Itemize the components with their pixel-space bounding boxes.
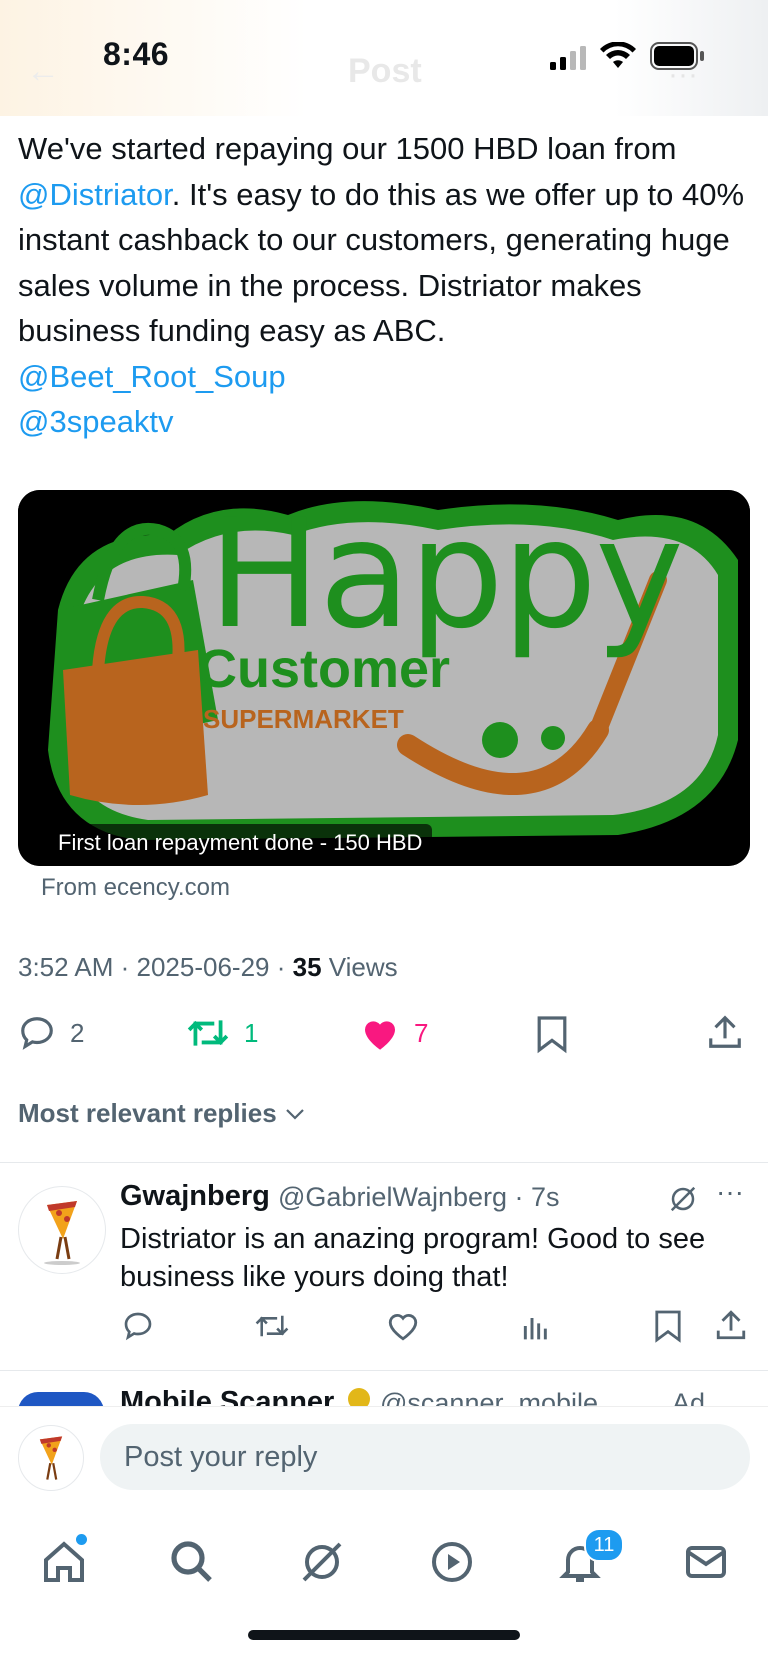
mail-icon [686,1546,726,1578]
divider [0,1162,768,1163]
reply-icon [21,1017,53,1050]
views-label[interactable]: Views [329,952,398,982]
back-arrow-icon[interactable]: ← [26,52,60,91]
reply-repost-icon[interactable] [254,1310,290,1342]
reply-age: 7s [531,1182,560,1212]
logo-customer-text: Customer [198,639,451,699]
logo-supermarket-text: SUPERMARKET [203,704,404,734]
reply-author-name[interactable]: Gwajnberg [120,1180,270,1213]
ad-name: Mobile Scanner [120,1386,335,1406]
reply-input[interactable] [100,1424,750,1490]
share-icon[interactable] [706,1012,744,1052]
reply-more-options-icon[interactable]: ··· [716,1176,744,1208]
reply-button[interactable]: 2 [18,1014,84,1052]
tweet-date: 2025-06-29 [136,952,270,982]
avatar[interactable] [18,1186,106,1274]
repost-count: 1 [244,1017,259,1048]
status-bar: ← Post 8:46 ··· [0,0,768,116]
reply-count: 2 [70,1017,85,1048]
link-card-source[interactable]: From ecency.com [41,874,230,902]
reply-reply-icon[interactable] [122,1310,154,1342]
reply-text: Distriator is an anazing program! Good t… [120,1223,706,1293]
bottom-tab-bar: 11 [0,1516,768,1665]
home-icon [44,1541,84,1582]
tab-home[interactable] [34,1532,94,1592]
home-new-dot [76,1534,87,1545]
home-indicator [248,1630,520,1640]
grok-icon[interactable] [668,1184,698,1214]
mention-3speaktv[interactable]: @3speaktv [18,404,174,439]
more-options-icon[interactable]: ··· [668,58,698,92]
reply-views-icon[interactable] [520,1310,552,1342]
repost-icon [187,1020,229,1046]
heart-filled-icon [365,1021,395,1050]
play-circle-icon [432,1542,472,1582]
tweet-time: 3:52 AM [18,952,114,982]
reply-bookmark-icon[interactable] [654,1308,682,1344]
my-avatar[interactable] [18,1425,84,1491]
divider [0,1370,768,1371]
wifi-icon [600,42,636,68]
like-count: 7 [414,1017,429,1048]
tweet-text: We've started repaying our 1500 HBD loan… [18,126,748,445]
tab-search[interactable] [162,1532,222,1592]
notifications-badge: 11 [584,1528,624,1562]
ad-reply-partial[interactable]: Mobile Scanner @scanner_mobile Ad [0,1372,768,1406]
tweet-meta: 3:52 AM · 2025-06-29 · 35 Views [18,952,398,982]
cellular-signal-icon [550,46,586,70]
status-time: 8:46 [103,36,170,72]
replies-sort-label: Most relevant replies [18,1098,277,1128]
ad-handle: @scanner_mobile [380,1388,599,1406]
tab-notifications[interactable]: 11 [550,1528,624,1592]
reply-handle-text[interactable]: @GabrielWajnberg [278,1182,507,1212]
mention-beet-root-soup[interactable]: @Beet_Root_Soup [18,359,286,394]
replies-sort-dropdown[interactable]: Most relevant replies [18,1098,307,1129]
search-icon [171,1541,212,1582]
like-button[interactable]: 7 [360,1014,428,1052]
tab-grok[interactable] [292,1532,352,1592]
reply-author-handle: @GabrielWajnberg · 7s [278,1182,560,1212]
pizza-mascot-avatar [44,1201,80,1265]
views-count: 35 [292,952,322,982]
tweet-text-line-1: We've started repaying our 1500 HBD loan… [18,131,677,166]
ad-avatar [18,1392,104,1406]
link-card-title: First loan repayment done - 150 HBD [48,824,433,862]
mention-distriator[interactable]: @Distriator [18,177,172,212]
repost-button[interactable]: 1 [186,1014,258,1052]
chevron-down-icon [285,1108,304,1120]
header-title: Post [348,52,422,90]
bookmark-icon[interactable] [536,1014,568,1054]
link-card-image[interactable]: Happy Customer SUPERMARKET First loan re… [18,490,750,866]
pizza-mascot-avatar [39,1436,63,1480]
reply-share-icon[interactable] [714,1308,748,1342]
logo-happy-text: Happy [208,490,684,662]
reply-like-icon[interactable] [386,1310,420,1342]
ad-tag: Ad [672,1388,706,1406]
reply-composer [0,1406,768,1517]
tab-video[interactable] [422,1532,482,1592]
tab-messages[interactable] [676,1532,736,1592]
verified-badge-icon [348,1388,370,1406]
grok-icon [302,1542,342,1582]
